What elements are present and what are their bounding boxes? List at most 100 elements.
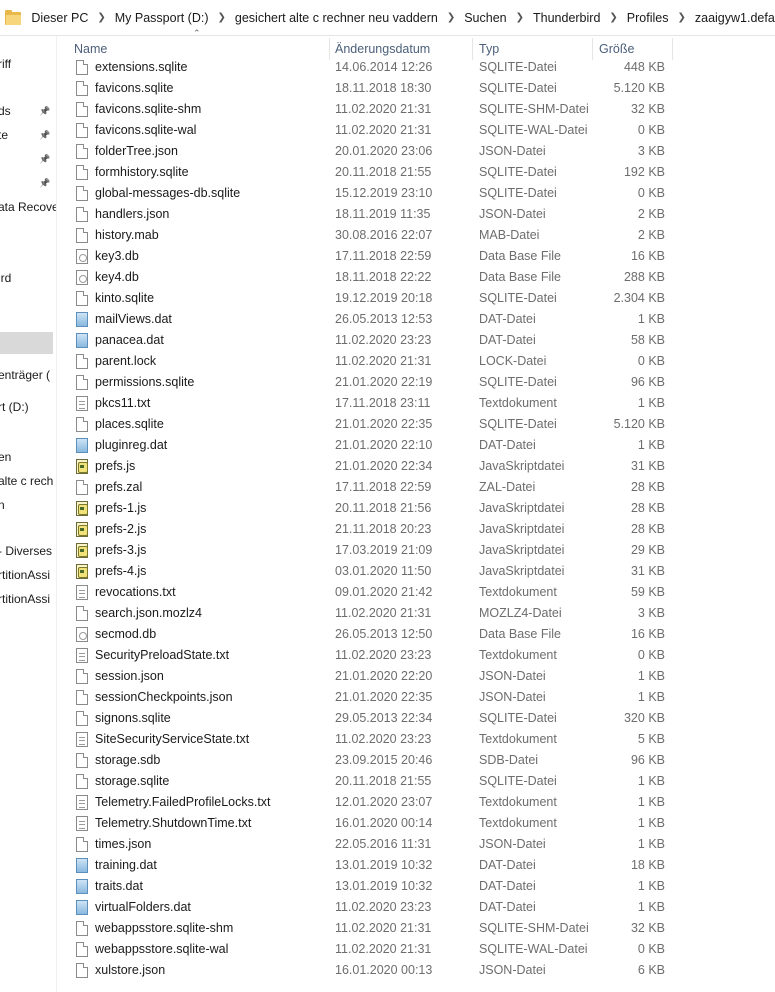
file-type: ZAL-Datei xyxy=(479,480,536,494)
nav-item[interactable]: - Diverses xyxy=(0,540,56,562)
nav-item-label: riff xyxy=(0,57,12,71)
nav-item[interactable]: ds 📌 xyxy=(0,100,56,122)
nav-item[interactable]: 📌 xyxy=(0,148,56,170)
file-row[interactable]: traits.dat 13.01.2019 10:32 DAT-Datei 1 KB xyxy=(57,876,673,897)
nav-item[interactable]: alte c rech xyxy=(0,470,56,492)
file-row[interactable]: favicons.sqlite-wal 11.02.2020 21:31 SQLIT… xyxy=(57,120,673,141)
breadcrumb-item[interactable]: Thunderbird xyxy=(533,11,600,25)
file-row[interactable]: key4.db 18.11.2018 22:22 Data Base File 288… xyxy=(57,267,673,288)
sort-ascending-icon: ⌃ xyxy=(193,28,201,38)
file-name: favicons.sqlite-shm xyxy=(95,102,202,116)
file-row[interactable]: parent.lock 11.02.2020 21:31 LOCK-Datei 0 K… xyxy=(57,351,673,372)
breadcrumb-item[interactable]: My Passport (D:) xyxy=(115,11,209,25)
file-row[interactable]: storage.sqlite 20.11.2018 21:55 SQLITE-Dat… xyxy=(57,771,673,792)
nav-item[interactable] xyxy=(0,332,53,354)
file-row[interactable]: key3.db 17.11.2018 22:59 Data Base File 16 … xyxy=(57,246,673,267)
breadcrumb-item[interactable]: gesichert alte c rechner neu vaddern xyxy=(235,11,438,25)
file-row[interactable]: search.json.mozlz4 11.02.2020 21:31 MOZLZ4… xyxy=(57,603,673,624)
file-row[interactable]: xulstore.json 16.01.2020 00:13 JSON-Datei 6… xyxy=(57,960,673,981)
address-bar[interactable]: ❯ Dieser PC ❯ My Passport (D:) ❯ gesichert a… xyxy=(0,0,775,36)
file-row[interactable]: formhistory.sqlite 20.11.2018 21:55 SQLITE… xyxy=(57,162,673,183)
file-icon-cell xyxy=(76,603,90,624)
nav-item[interactable]: ata Recove xyxy=(0,196,56,218)
breadcrumb-item[interactable]: zaaigyw1.default xyxy=(695,11,775,25)
nav-item[interactable]: te 📌 xyxy=(0,124,56,146)
file-row[interactable]: prefs-4.js 03.01.2020 11:50 JavaSkriptdate… xyxy=(57,561,673,582)
file-type: SQLITE-SHM-Datei xyxy=(479,921,589,935)
file-row[interactable]: Telemetry.FailedProfileLocks.txt 12.01.20… xyxy=(57,792,673,813)
document-icon xyxy=(76,711,88,726)
file-row[interactable]: places.sqlite 21.01.2020 22:35 SQLITE-Date… xyxy=(57,414,673,435)
chevron-right-icon[interactable]: ❯ xyxy=(609,12,617,23)
file-row[interactable]: pluginreg.dat 21.01.2020 22:10 DAT-Datei 1 … xyxy=(57,435,673,456)
file-row[interactable]: panacea.dat 11.02.2020 23:23 DAT-Datei 58 K… xyxy=(57,330,673,351)
file-row[interactable]: times.json 22.05.2016 11:31 JSON-Datei 1 KB xyxy=(57,834,673,855)
file-row[interactable]: signons.sqlite 29.05.2013 22:34 SQLITE-Dat… xyxy=(57,708,673,729)
file-row[interactable]: session.json 21.01.2020 22:20 JSON-Datei 1 … xyxy=(57,666,673,687)
file-row[interactable]: prefs-1.js 20.11.2018 21:56 JavaSkriptdate… xyxy=(57,498,673,519)
document-icon xyxy=(76,144,88,159)
chevron-right-icon[interactable]: ❯ xyxy=(447,12,455,23)
nav-item[interactable]: 📌 xyxy=(0,172,56,194)
file-size: 1 KB xyxy=(637,690,665,704)
nav-item[interactable]: en xyxy=(0,446,56,468)
breadcrumb-item[interactable]: Profiles xyxy=(627,11,669,25)
document-icon xyxy=(76,480,88,495)
file-row[interactable]: permissions.sqlite 21.01.2020 22:19 SQLITE… xyxy=(57,372,673,393)
file-row[interactable]: kinto.sqlite 19.12.2019 20:18 SQLITE-Datei… xyxy=(57,288,673,309)
nav-item[interactable]: ird xyxy=(0,267,56,289)
file-row[interactable]: prefs.zal 17.11.2018 22:59 ZAL-Datei 28 KB xyxy=(57,477,673,498)
file-row[interactable]: SecurityPreloadState.txt 11.02.2020 23:23… xyxy=(57,645,673,666)
file-row[interactable]: storage.sdb 23.09.2015 20:46 SDB-Datei 96 K… xyxy=(57,750,673,771)
file-row[interactable]: secmod.db 26.05.2013 12:50 Data Base File 1… xyxy=(57,624,673,645)
nav-item-label: - Diverses xyxy=(0,544,53,558)
chevron-right-icon[interactable]: ❯ xyxy=(516,12,524,23)
file-row[interactable]: webappsstore.sqlite-wal 11.02.2020 21:31 S… xyxy=(57,939,673,960)
chevron-right-icon[interactable]: ❯ xyxy=(677,12,685,23)
file-row[interactable]: global-messages-db.sqlite 15.12.2019 23:1… xyxy=(57,183,673,204)
file-date: 18.11.2018 22:22 xyxy=(335,270,432,284)
file-row[interactable]: pkcs11.txt 17.11.2018 23:11 Textdokument 1 … xyxy=(57,393,673,414)
file-type: DAT-Datei xyxy=(479,438,536,452)
nav-item[interactable]: rt (D:) xyxy=(0,396,56,418)
nav-item[interactable]: riff xyxy=(0,53,56,75)
file-icon-cell xyxy=(76,162,90,183)
file-row[interactable]: sessionCheckpoints.json 21.01.2020 22:35 J… xyxy=(57,687,673,708)
file-name: kinto.sqlite xyxy=(95,291,155,305)
file-type: JSON-Datei xyxy=(479,837,546,851)
file-row[interactable]: prefs.js 21.01.2020 22:34 JavaSkriptdatei 3… xyxy=(57,456,673,477)
nav-item[interactable]: rtitionAssi xyxy=(0,564,56,586)
file-date: 18.11.2019 11:35 xyxy=(335,207,431,221)
file-icon-cell xyxy=(76,330,90,351)
chevron-right-icon[interactable]: ❯ xyxy=(218,12,226,23)
breadcrumb-item[interactable]: Dieser PC xyxy=(31,11,88,25)
file-row[interactable]: virtualFolders.dat 11.02.2020 23:23 DAT-Da… xyxy=(57,897,673,918)
javascript-file-icon xyxy=(76,459,88,474)
file-type: DAT-Datei xyxy=(479,858,536,872)
document-icon xyxy=(76,921,88,936)
file-type: DAT-Datei xyxy=(479,333,536,347)
file-row[interactable]: revocations.txt 09.01.2020 21:42 Textdokum… xyxy=(57,582,673,603)
file-date: 11.02.2020 21:31 xyxy=(335,921,432,935)
breadcrumb-item[interactable]: Suchen xyxy=(464,11,506,25)
file-row[interactable]: history.mab 30.08.2016 22:07 MAB-Datei 2 KB xyxy=(57,225,673,246)
navigation-pane[interactable]: riff ds 📌 te 📌 📌 📌 ata Recove ird enträger (rt (D… xyxy=(0,36,56,992)
nav-item[interactable]: enträger ( xyxy=(0,364,56,386)
file-type: SQLITE-WAL-Datei xyxy=(479,942,588,956)
file-row[interactable]: prefs-2.js 21.11.2018 20:23 JavaSkriptdate… xyxy=(57,519,673,540)
file-row[interactable]: favicons.sqlite 18.11.2018 18:30 SQLITE-Da… xyxy=(57,78,673,99)
file-row[interactable]: mailViews.dat 26.05.2013 12:53 DAT-Datei 1 … xyxy=(57,309,673,330)
javascript-file-icon xyxy=(76,522,88,537)
file-row[interactable]: handlers.json 18.11.2019 11:35 JSON-Datei 2… xyxy=(57,204,673,225)
nav-item[interactable]: n xyxy=(0,494,56,516)
file-row[interactable]: prefs-3.js 17.03.2019 21:09 JavaSkriptdate… xyxy=(57,540,673,561)
file-row[interactable]: training.dat 13.01.2019 10:32 DAT-Datei 18 … xyxy=(57,855,673,876)
file-row[interactable]: extensions.sqlite 14.06.2014 12:26 SQLITE-… xyxy=(57,57,673,78)
file-row[interactable]: Telemetry.ShutdownTime.txt 16.01.2020 00:… xyxy=(57,813,673,834)
chevron-right-icon[interactable]: ❯ xyxy=(97,12,105,23)
file-row[interactable]: favicons.sqlite-shm 11.02.2020 21:31 SQLIT… xyxy=(57,99,673,120)
file-row[interactable]: folderTree.json 20.01.2020 23:06 JSON-Date… xyxy=(57,141,673,162)
file-row[interactable]: SiteSecurityServiceState.txt 11.02.2020 2… xyxy=(57,729,673,750)
file-row[interactable]: webappsstore.sqlite-shm 11.02.2020 21:31 S… xyxy=(57,918,673,939)
nav-item[interactable]: rtitionAssi xyxy=(0,588,56,610)
